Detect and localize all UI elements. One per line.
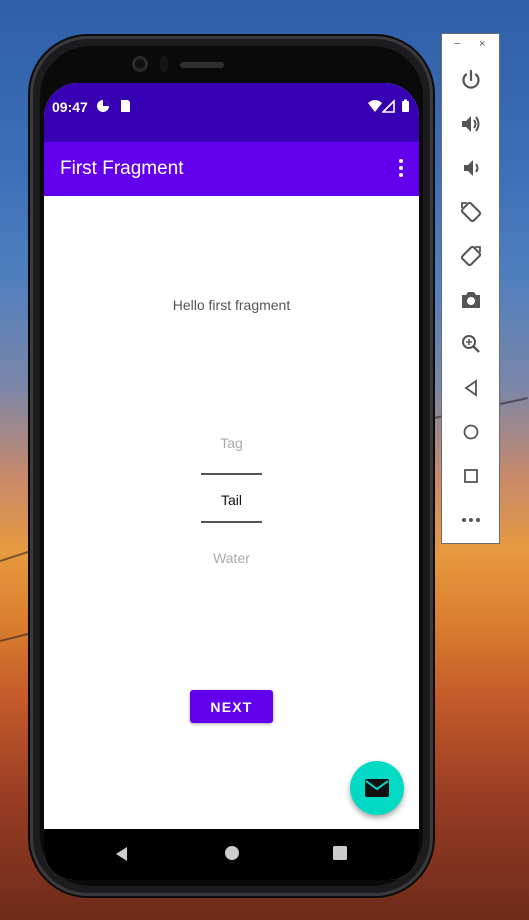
hello-text: Hello first fragment: [172, 297, 291, 313]
volume-up-icon: [462, 116, 480, 132]
overview-icon: [464, 469, 478, 483]
email-icon: [365, 779, 389, 797]
proximity-sensor: [160, 56, 168, 72]
picker-divider-top: [201, 473, 262, 475]
rotate-right-button[interactable]: [459, 244, 483, 268]
nav-back-button[interactable]: [92, 829, 152, 880]
home-circle-icon: [225, 846, 239, 860]
app-bar-title: First Fragment: [60, 158, 184, 179]
power-icon: [462, 69, 480, 89]
minimize-button[interactable]: −: [454, 38, 460, 50]
status-time: 09:47: [52, 99, 88, 115]
data-saver-icon: [97, 100, 109, 112]
volume-down-button[interactable]: [459, 156, 483, 180]
battery-icon: [402, 99, 409, 112]
more-horizontal-icon: [462, 518, 480, 522]
email-fab[interactable]: [350, 761, 404, 815]
picker-item-selected[interactable]: Tail: [44, 492, 419, 508]
window-controls: − ×: [442, 38, 499, 54]
camera-icon: [462, 292, 480, 308]
sd-card-icon: [121, 100, 130, 112]
volume-down-icon: [464, 160, 479, 176]
picker-divider-bottom: [201, 521, 262, 523]
overview-button[interactable]: [459, 464, 483, 488]
rotate-right-icon: [460, 245, 482, 267]
device-screen: 09:47 First Fragment Hello first fragmen…: [44, 83, 419, 880]
status-bar: 09:47: [44, 83, 419, 142]
next-button[interactable]: NEXT: [190, 690, 273, 723]
nav-overview-button[interactable]: [310, 829, 370, 880]
zoom-button[interactable]: [459, 332, 483, 356]
wifi-icon: [368, 100, 382, 112]
picker-item-above[interactable]: Tag: [44, 435, 419, 451]
earpiece-speaker: [180, 62, 224, 68]
navigation-bar: [44, 829, 419, 880]
cell-signal-icon: [382, 99, 395, 113]
rotate-left-button[interactable]: [459, 200, 483, 224]
close-button[interactable]: ×: [479, 38, 485, 50]
emulator-toolbar: − ×: [441, 33, 500, 544]
front-camera: [132, 56, 148, 72]
back-icon: [464, 379, 477, 397]
picker-item-below[interactable]: Water: [44, 550, 419, 566]
zoom-in-icon: [462, 335, 480, 353]
rotate-left-icon: [460, 201, 482, 223]
back-button[interactable]: [459, 376, 483, 400]
nav-home-button[interactable]: [202, 829, 262, 880]
back-triangle-icon: [116, 847, 127, 861]
screenshot-button[interactable]: [459, 288, 483, 312]
overflow-menu-icon[interactable]: [397, 159, 405, 179]
more-button[interactable]: [459, 508, 483, 532]
volume-up-button[interactable]: [459, 112, 483, 136]
home-icon: [463, 424, 479, 440]
app-bar: First Fragment: [44, 142, 419, 196]
power-button[interactable]: [459, 68, 483, 92]
overview-square-icon: [333, 846, 347, 860]
home-button[interactable]: [459, 420, 483, 444]
